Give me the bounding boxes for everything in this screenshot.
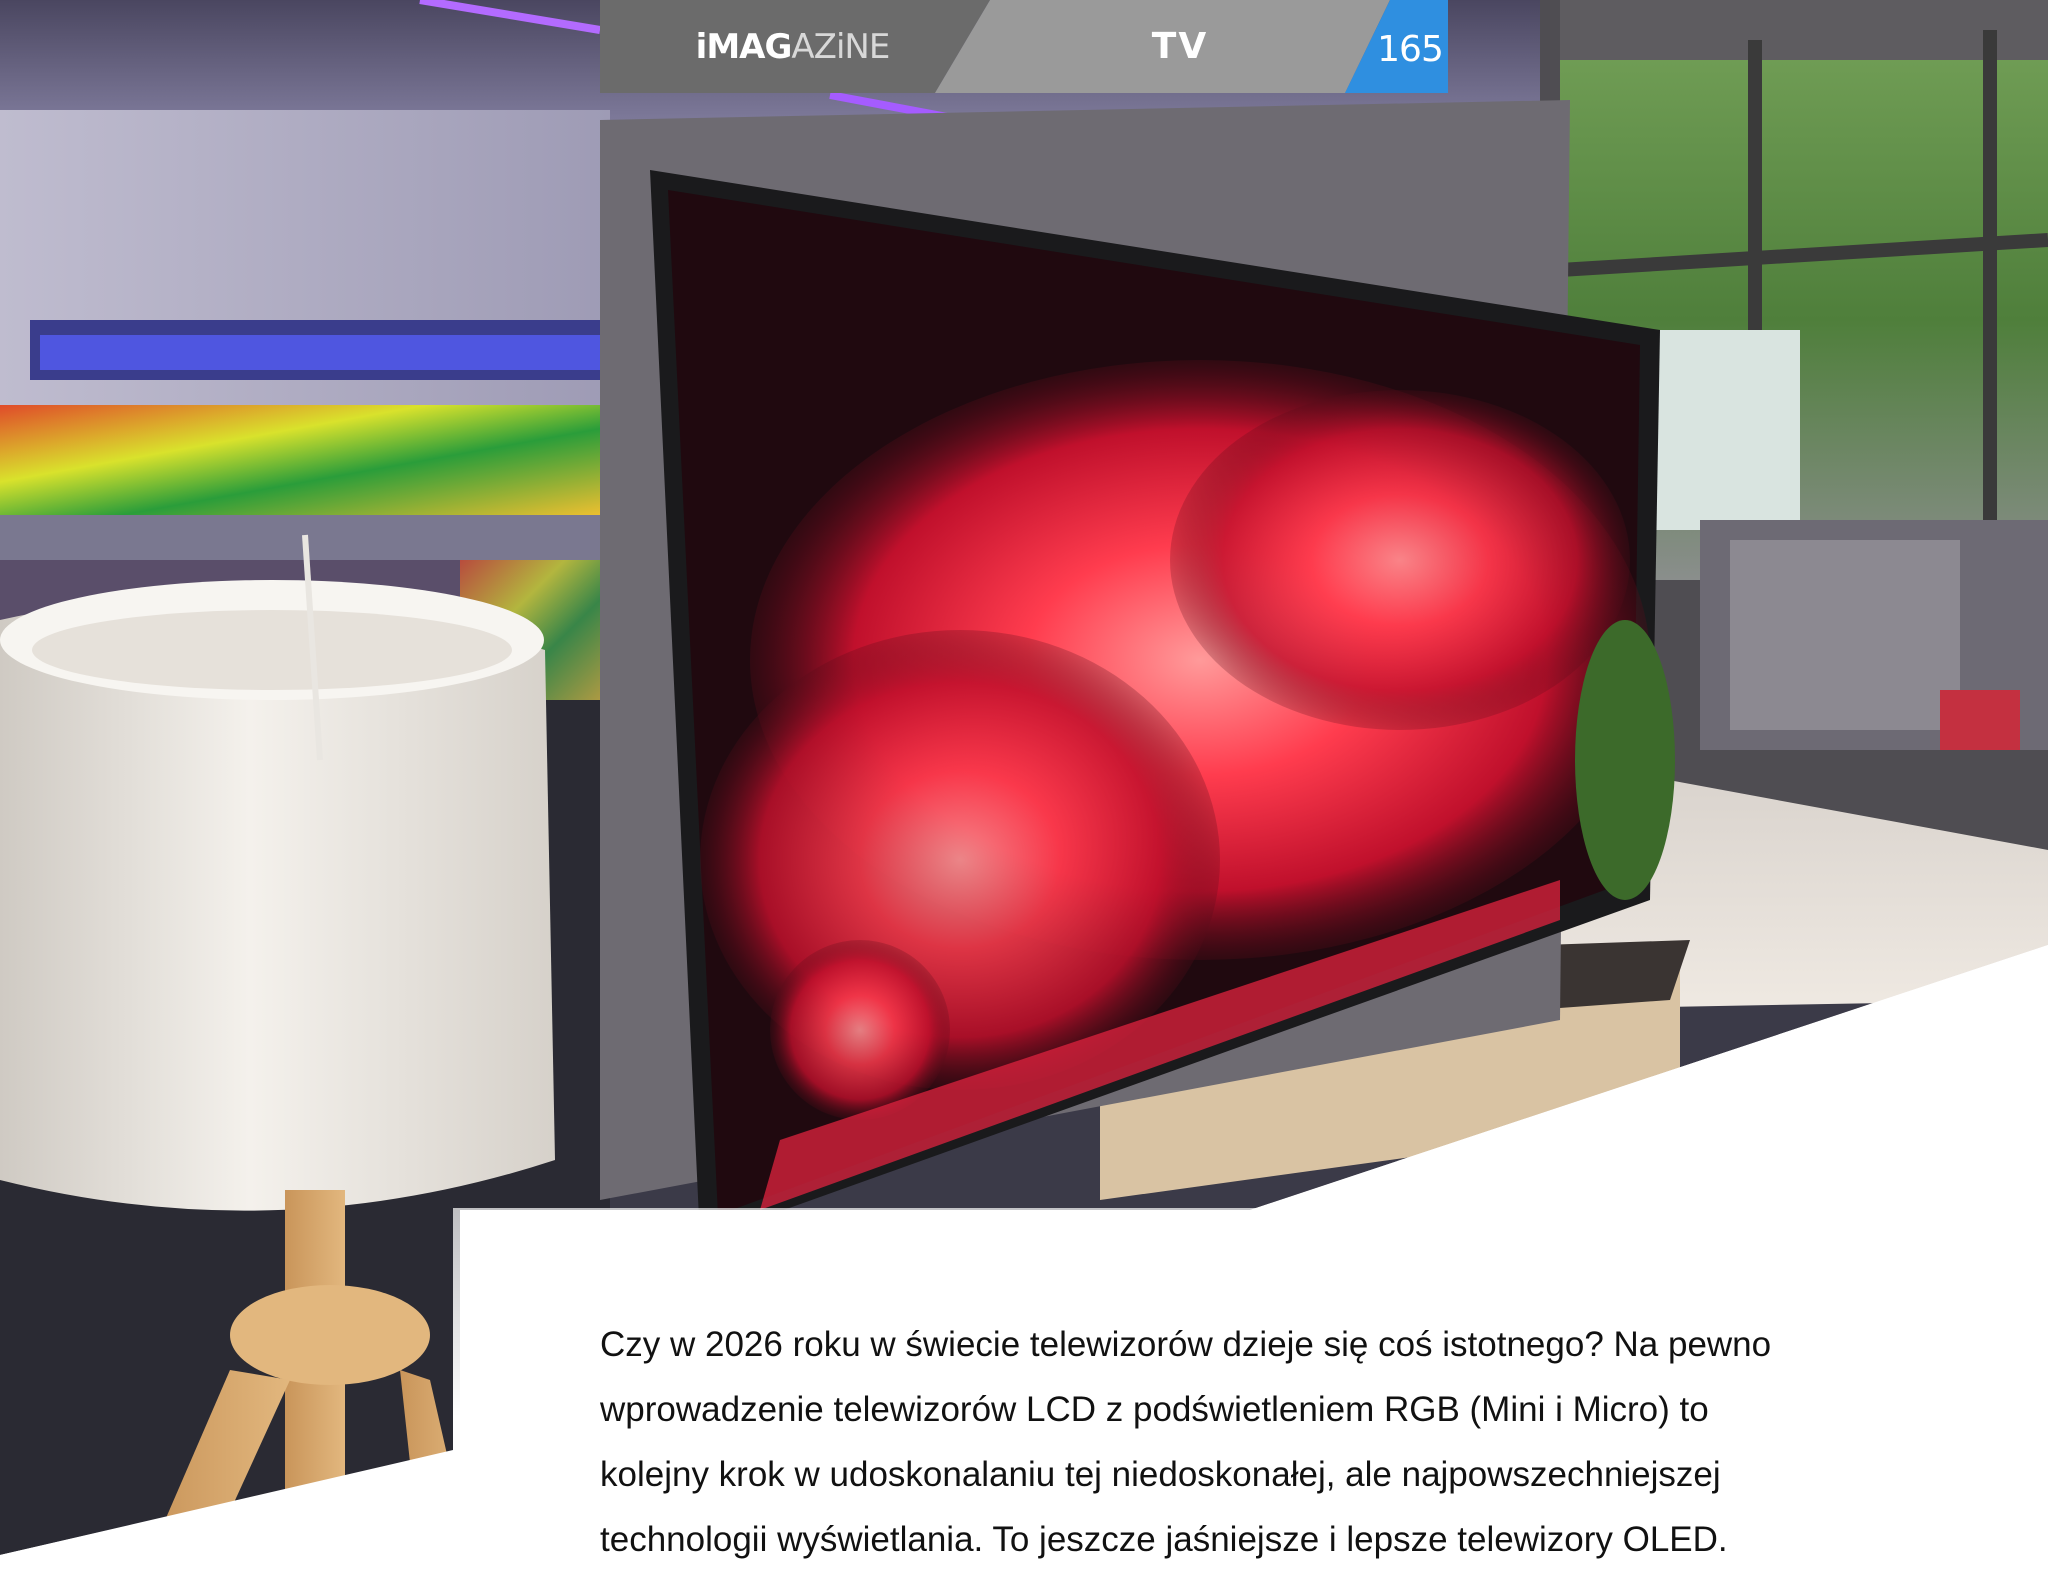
- section-label: TV: [1151, 26, 1209, 67]
- magazine-logo[interactable]: iMAGAZiNE: [680, 24, 905, 70]
- logo-bold: iMAG: [695, 27, 793, 67]
- article-text: Czy w 2026 roku w świecie telewizorów dz…: [600, 1312, 1940, 1572]
- logo-light: AZiNE: [791, 27, 890, 67]
- article-line: technologii wyświetlania. To jeszcze jaś…: [600, 1520, 1728, 1559]
- article-line: kolejny krok w udoskonalaniu tej niedosk…: [600, 1455, 1721, 1494]
- article-line: Czy w 2026 roku w świecie telewizorów dz…: [600, 1325, 1772, 1364]
- magazine-header: iMAGAZiNE TV 165: [600, 0, 1448, 93]
- page-number: 165: [1377, 29, 1444, 70]
- article-line: wprowadzenie telewizorów LCD z podświetl…: [600, 1390, 1709, 1429]
